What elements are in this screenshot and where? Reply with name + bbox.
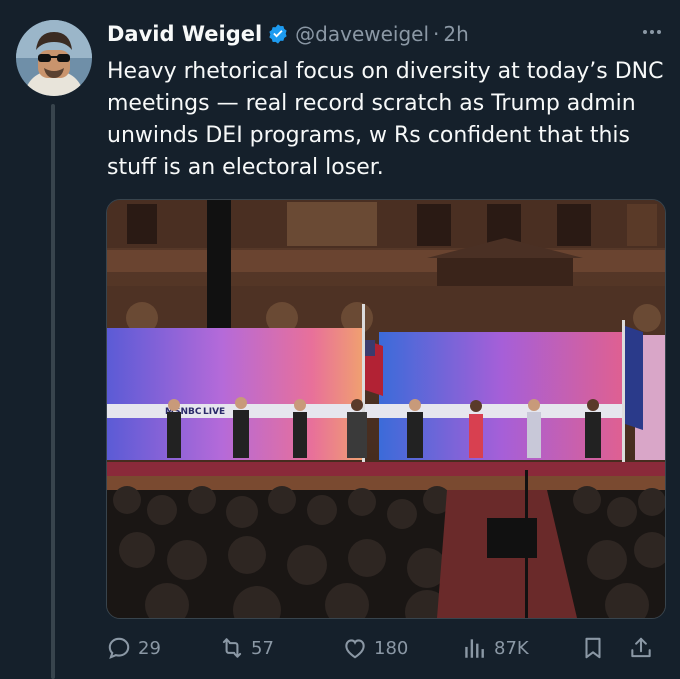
like-icon — [345, 639, 365, 659]
repost-count: 57 — [251, 637, 274, 659]
author-handle[interactable]: @daveweigel — [295, 22, 429, 46]
thread-line — [51, 104, 55, 679]
share-icon — [631, 637, 651, 658]
reply-count: 29 — [138, 637, 161, 659]
views-button[interactable]: 87K — [462, 635, 529, 661]
repost-icon — [222, 638, 242, 658]
action-bar: 29 57 180 87K — [106, 630, 666, 666]
reply-icon — [108, 637, 130, 660]
stage-banner-tag: LIVE — [203, 407, 225, 417]
bookmark-button[interactable] — [580, 635, 606, 661]
tweet-text: Heavy rhetorical focus on diversity at t… — [107, 59, 664, 180]
bookmark-icon — [585, 637, 601, 659]
avatar[interactable] — [16, 20, 92, 96]
timestamp[interactable]: 2h — [443, 22, 468, 46]
tweet-header: David Weigel @daveweigel · 2h — [107, 18, 668, 50]
like-button[interactable]: 180 — [342, 635, 408, 661]
views-icon — [465, 639, 484, 658]
author-name[interactable]: David Weigel — [107, 22, 262, 46]
repost-button[interactable]: 57 — [219, 635, 274, 661]
tweet-photo[interactable]: MSNBC LIVE — [106, 199, 666, 619]
more-icon[interactable] — [640, 20, 664, 50]
reply-button[interactable]: 29 — [106, 635, 161, 661]
views-count: 87K — [494, 637, 529, 659]
share-button[interactable] — [628, 635, 654, 661]
verified-badge-icon — [267, 23, 289, 45]
like-count: 180 — [374, 637, 409, 659]
separator-dot: · — [433, 22, 440, 46]
